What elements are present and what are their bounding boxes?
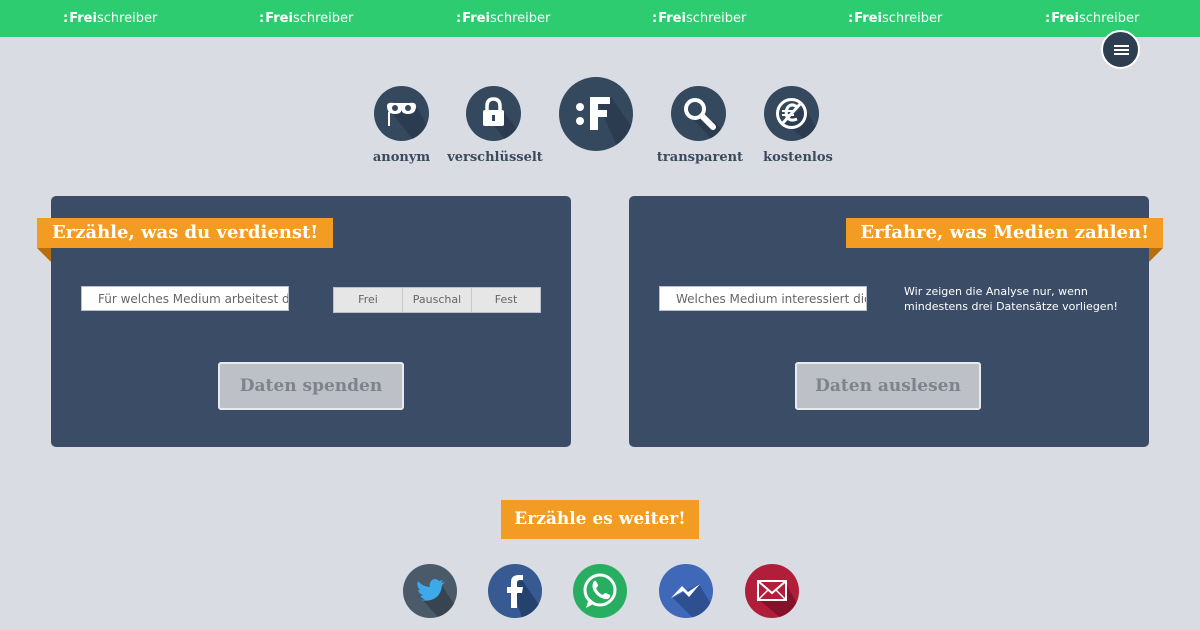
facebook-icon[interactable] [488,564,542,618]
ribbon-fold [1149,248,1163,262]
email-icon[interactable] [745,564,799,618]
read-ribbon: Erfahre, was Medien zahlen! [846,218,1163,248]
read-medium-input[interactable] [659,286,867,311]
brand-rest: schreiber [881,11,943,26]
brand-prefix: : [1045,11,1051,26]
donate-data-button[interactable]: Daten spenden [218,362,404,410]
brand-rest: schreiber [1078,11,1140,26]
brand-bold: Frei [1051,11,1079,26]
donate-medium-input[interactable] [81,286,289,311]
brand-rest: schreiber [489,11,551,26]
brand-bold: Frei [265,11,293,26]
feature-label-kostenlos: kostenlos [763,150,833,165]
brand-logo[interactable]: :Freischreiber [63,11,157,26]
messenger-icon[interactable] [659,564,713,618]
brand-logo[interactable]: :Freischreiber [652,11,746,26]
brand-rest: schreiber [292,11,354,26]
analysis-note: Wir zeigen die Analyse nur, wenn mindest… [904,285,1118,313]
donate-ribbon: Erzähle, was du verdienst! [37,218,334,248]
feature-label-anonym: anonym [372,150,431,165]
feature-label-transparent: transparent [656,150,744,165]
brand-logo[interactable]: :Freischreiber [456,11,550,26]
top-bar: :Freischreiber :Freischreiber :Freischre… [0,0,1200,37]
magnifier-icon [671,86,726,141]
option-frei[interactable]: Frei [334,288,403,312]
brand-bold: Frei [658,11,686,26]
brand-bold: Frei [69,11,97,26]
brand-rest: schreiber [685,11,747,26]
feature-label-verschluesselt: verschlüsselt [447,150,543,165]
brand-prefix: : [63,11,69,26]
brand-prefix: : [456,11,462,26]
brand-logo[interactable]: :Freischreiber [1045,11,1139,26]
no-euro-icon [764,86,819,141]
whatsapp-icon[interactable] [573,564,627,618]
hamburger-menu-icon[interactable] [1101,30,1140,69]
ribbon-fold [37,248,51,262]
option-fest[interactable]: Fest [472,288,540,312]
option-pauschal[interactable]: Pauschal [403,288,472,312]
freischreiber-logo-icon [559,77,633,151]
mask-icon [374,86,429,141]
share-title: Erzähle es weiter! [501,500,699,539]
brand-bold: Frei [462,11,490,26]
read-data-button[interactable]: Daten auslesen [795,362,981,410]
brand-rest: schreiber [96,11,158,26]
brand-prefix: : [259,11,265,26]
twitter-icon[interactable] [403,564,457,618]
employment-type-selector: Frei Pauschal Fest [333,287,541,313]
brand-prefix: : [848,11,854,26]
brand-logo[interactable]: :Freischreiber [259,11,353,26]
brand-prefix: : [652,11,658,26]
brand-bold: Frei [854,11,882,26]
brand-logo[interactable]: :Freischreiber [848,11,942,26]
padlock-icon [466,86,521,141]
